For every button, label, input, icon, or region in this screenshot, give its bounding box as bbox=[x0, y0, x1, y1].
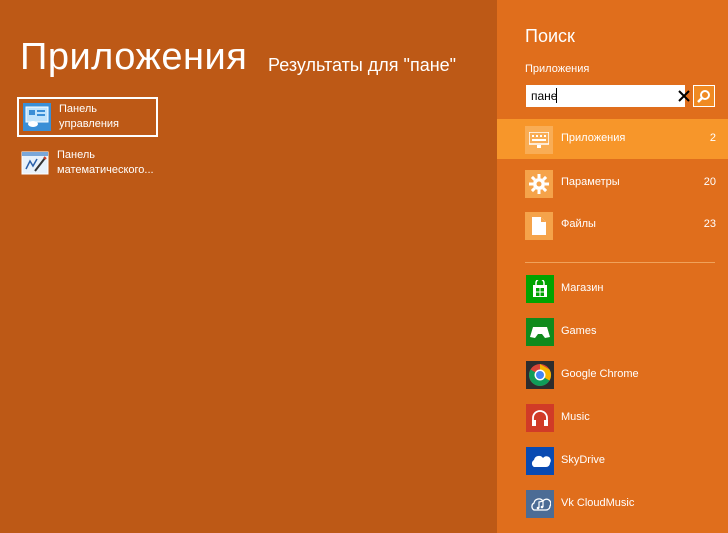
category-files[interactable]: Файлы 23 bbox=[497, 205, 728, 245]
control-panel-icon bbox=[23, 103, 51, 131]
result-line2: математического... bbox=[57, 164, 154, 176]
app-label: Google Chrome bbox=[561, 368, 639, 380]
clear-search-button[interactable] bbox=[673, 85, 695, 107]
search-pane: Поиск Приложения пане Приложения 2 Парам… bbox=[497, 0, 728, 533]
results-subtitle: Результаты для "пане" bbox=[268, 55, 457, 75]
app-label: SkyDrive bbox=[561, 454, 606, 466]
file-icon bbox=[525, 212, 553, 240]
app-item-google-chrome[interactable]: Google Chrome bbox=[497, 361, 728, 391]
category-count: 23 bbox=[703, 218, 716, 230]
category-count: 20 bbox=[703, 176, 716, 188]
cloud-icon bbox=[526, 447, 554, 475]
app-label: Music bbox=[561, 411, 590, 423]
category-count: 2 bbox=[709, 132, 716, 144]
store-icon bbox=[526, 275, 554, 303]
app-label: Games bbox=[561, 325, 597, 337]
chrome-icon bbox=[526, 361, 554, 389]
headphones-icon bbox=[526, 404, 554, 432]
page-title: Приложения bbox=[20, 36, 248, 78]
app-label: Vk CloudMusic bbox=[561, 497, 635, 509]
result-line1: Панель bbox=[59, 103, 98, 115]
keyboard-icon bbox=[525, 126, 553, 154]
result-line1: Панель bbox=[57, 149, 96, 161]
category-label: Файлы bbox=[561, 218, 596, 230]
app-item-music[interactable]: Music bbox=[497, 404, 728, 434]
search-scope-label: Приложения bbox=[525, 63, 590, 75]
gamepad-icon bbox=[526, 318, 554, 346]
search-button[interactable] bbox=[693, 85, 715, 107]
app-label: Магазин bbox=[561, 282, 604, 294]
app-item-store[interactable]: Магазин bbox=[497, 275, 728, 305]
category-apps[interactable]: Приложения 2 bbox=[497, 119, 728, 159]
search-input[interactable]: пане bbox=[526, 85, 685, 107]
app-item-games[interactable]: Games bbox=[497, 318, 728, 348]
cloud-music-icon bbox=[526, 490, 554, 518]
category-settings[interactable]: Параметры 20 bbox=[497, 163, 728, 203]
app-item-vk-cloudmusic[interactable]: Vk CloudMusic bbox=[497, 490, 728, 520]
app-item-skydrive[interactable]: SkyDrive bbox=[497, 447, 728, 477]
result-math-input-panel[interactable]: Панель математического... bbox=[17, 143, 158, 183]
search-input-value: пане bbox=[531, 89, 558, 103]
pane-title: Поиск bbox=[525, 26, 575, 46]
category-label: Параметры bbox=[561, 176, 620, 188]
gear-icon bbox=[525, 170, 553, 198]
divider bbox=[525, 262, 715, 263]
close-icon bbox=[678, 90, 690, 102]
category-label: Приложения bbox=[561, 132, 626, 144]
search-icon bbox=[697, 90, 710, 103]
result-line2: управления bbox=[59, 118, 119, 130]
result-control-panel[interactable]: Панель управления bbox=[17, 97, 158, 137]
results-area: Приложения Результаты для "пане" Панель … bbox=[0, 0, 497, 533]
math-input-panel-icon bbox=[21, 149, 49, 177]
text-caret bbox=[556, 88, 557, 103]
